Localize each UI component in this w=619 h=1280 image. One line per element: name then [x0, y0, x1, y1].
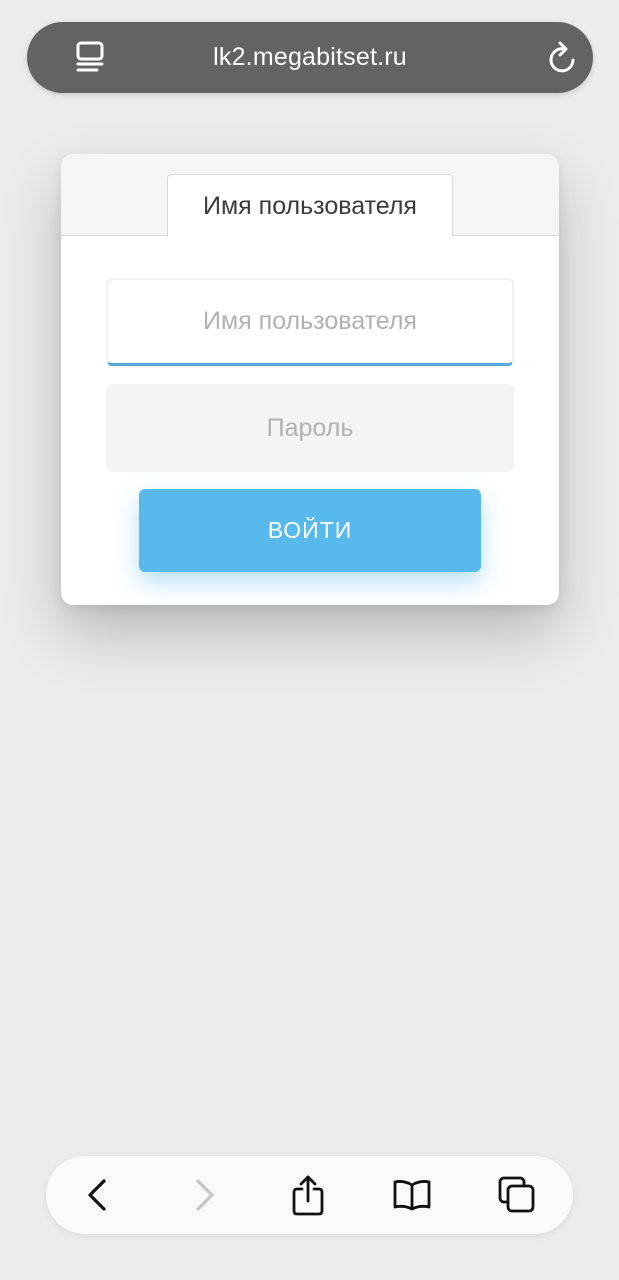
reload-icon[interactable]: [547, 41, 579, 75]
login-button[interactable]: ВОЙТИ: [139, 489, 481, 572]
tabs-icon[interactable]: [495, 1173, 539, 1217]
url-text[interactable]: lk2.megabitset.ru: [147, 22, 473, 93]
bottom-toolbar: [46, 1156, 573, 1234]
forward-chevron-icon[interactable]: [183, 1173, 227, 1217]
share-icon[interactable]: [286, 1173, 330, 1217]
address-bar[interactable]: lk2.megabitset.ru: [27, 22, 593, 93]
bookmarks-book-icon[interactable]: [390, 1173, 434, 1217]
username-input[interactable]: [106, 278, 514, 366]
password-input[interactable]: [106, 384, 514, 472]
tab-username-login[interactable]: Имя пользователя: [167, 174, 453, 237]
back-chevron-icon[interactable]: [75, 1173, 119, 1217]
browser-page: lk2.megabitset.ru Имя пользователя ВОЙТИ: [0, 0, 619, 1280]
reader-view-icon[interactable]: [75, 40, 107, 76]
login-card: Имя пользователя ВОЙТИ: [61, 154, 559, 605]
login-tab-strip: Имя пользователя: [61, 154, 559, 237]
